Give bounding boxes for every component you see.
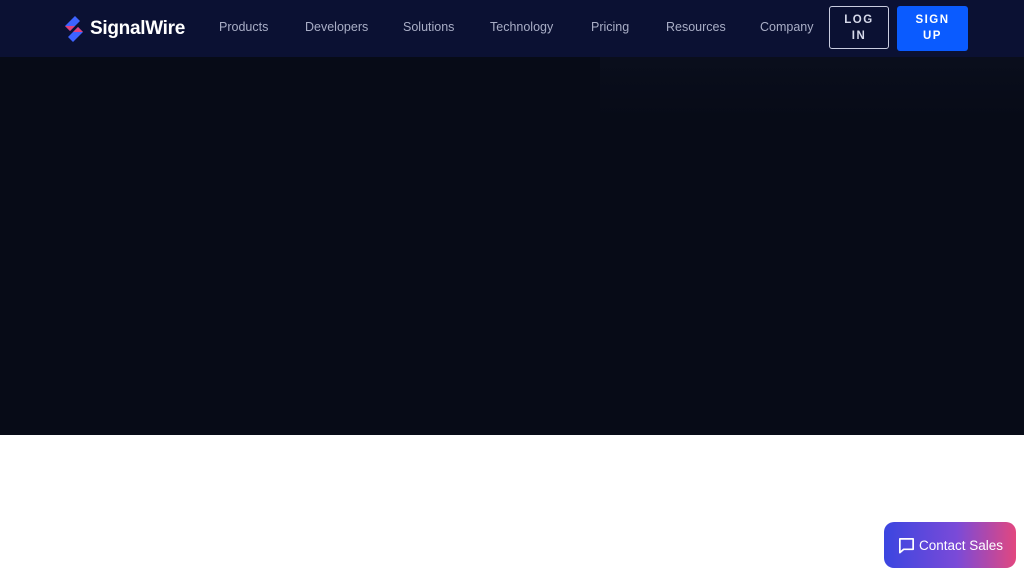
nav-item-technology[interactable]: Technology (490, 20, 553, 34)
nav-item-products[interactable]: Products (219, 20, 268, 34)
signup-label-line1: SIGN (915, 14, 950, 26)
chat-bubble-icon (898, 537, 915, 553)
nav-item-pricing[interactable]: Pricing (591, 20, 629, 34)
nav-item-developers[interactable]: Developers (305, 20, 368, 34)
content-section (0, 435, 1024, 576)
signup-label-line2: UP (923, 30, 942, 42)
login-label-line2: IN (851, 30, 867, 42)
nav-item-company[interactable]: Company (760, 20, 814, 34)
page: SignalWire Products Developers Solutions… (0, 0, 1024, 576)
hero-glow (600, 57, 1024, 117)
top-navigation-bar: SignalWire Products Developers Solutions… (0, 0, 1024, 57)
contact-sales-button[interactable]: Contact Sales (884, 522, 1016, 568)
nav-item-resources[interactable]: Resources (666, 20, 726, 34)
contact-sales-label: Contact Sales (919, 537, 1004, 553)
hero-section (0, 57, 1024, 435)
login-button[interactable]: LOG IN (829, 6, 889, 49)
signup-button[interactable]: SIGN UP (897, 6, 968, 51)
nav-item-solutions[interactable]: Solutions (403, 20, 454, 34)
login-label-line1: LOG (844, 14, 874, 26)
